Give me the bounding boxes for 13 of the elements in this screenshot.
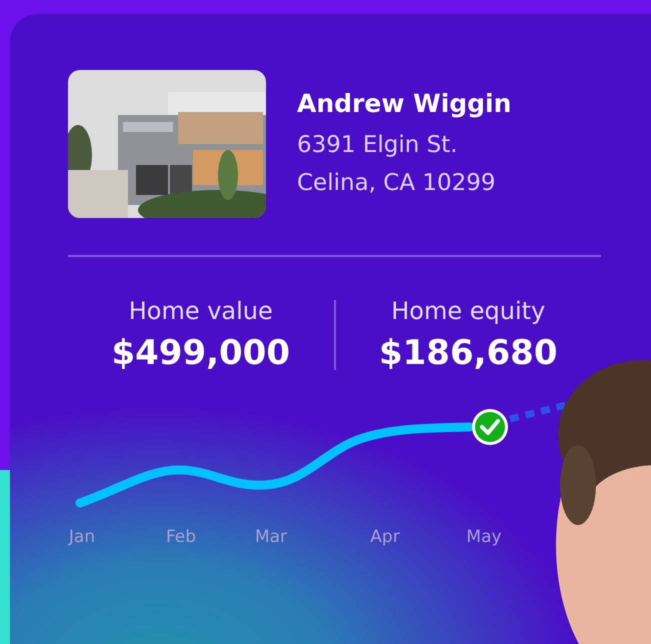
month-label: Mar (254, 527, 288, 547)
address-line: 6391 Elgin St. (297, 130, 459, 160)
stat-label: Home equity (391, 297, 546, 325)
stat-value: $186,680 (378, 333, 558, 373)
owner-name: Andrew Wiggin (297, 88, 512, 118)
address-line: Celina, CA 10299 (297, 168, 497, 198)
stat-label: Home value (128, 297, 273, 325)
month-label: May (466, 527, 502, 547)
month-label: Jan (68, 527, 96, 547)
check-icon (472, 409, 508, 445)
month-label: Apr (370, 527, 400, 547)
month-label: Feb (166, 527, 196, 547)
stat-value: $499,000 (111, 333, 290, 373)
